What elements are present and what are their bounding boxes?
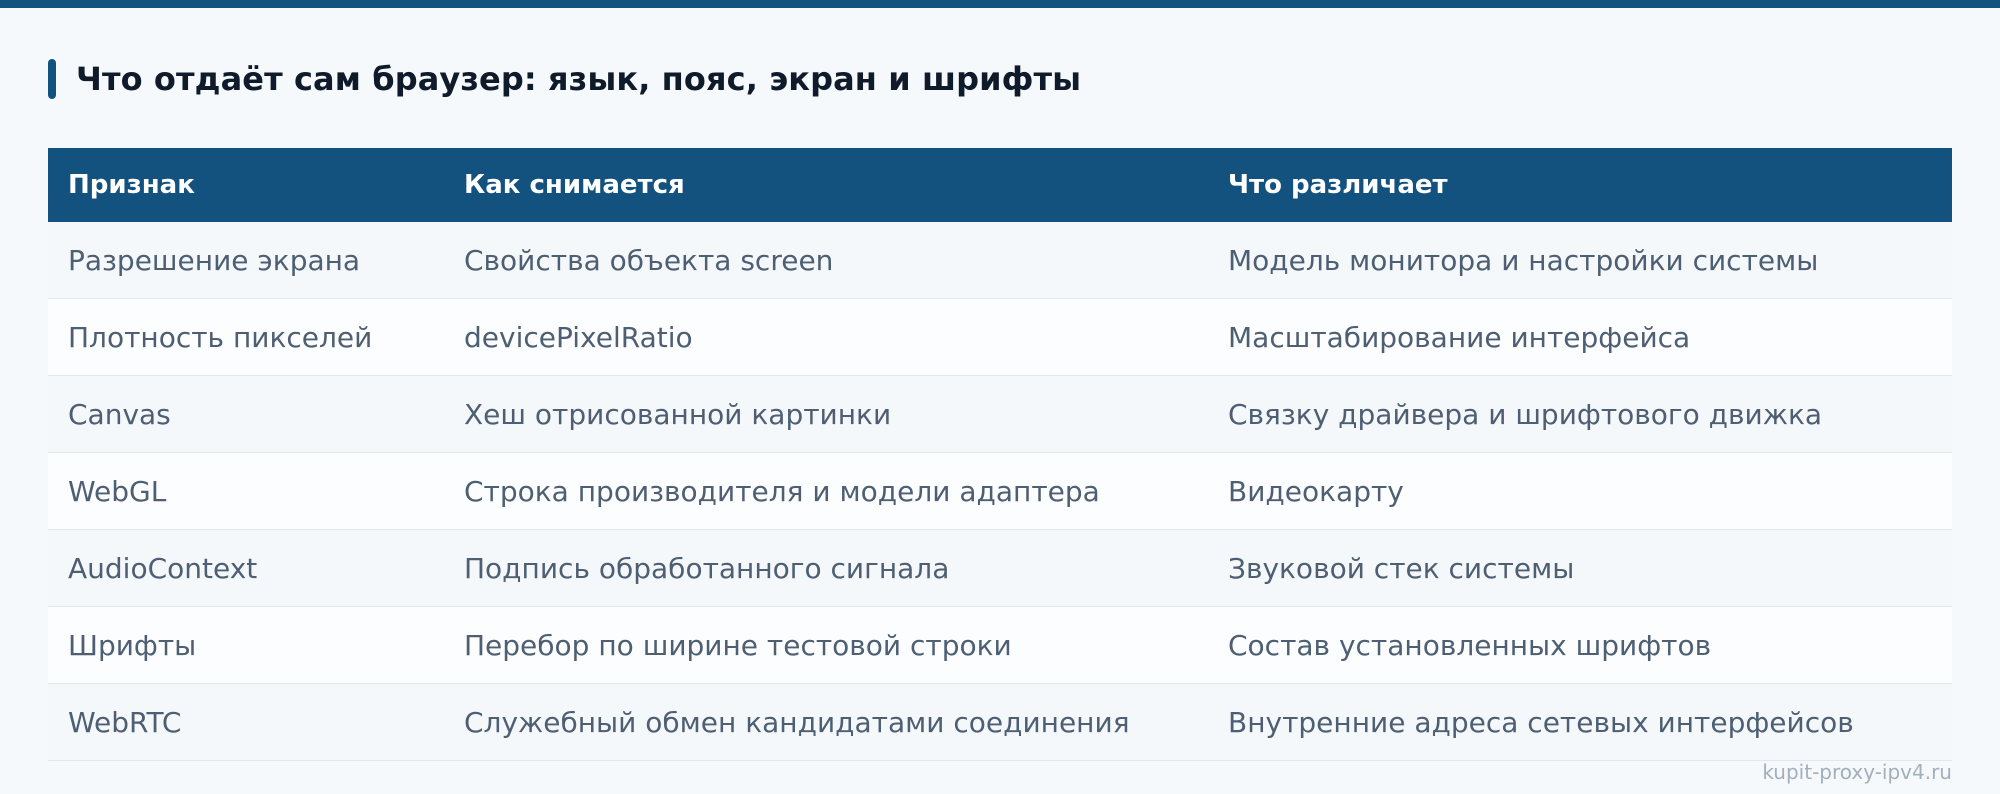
table-cell-method: Хеш отрисованной картинки bbox=[444, 375, 1208, 453]
table-header-row: Признак Как снимается Что различает bbox=[48, 148, 1952, 222]
table-cell-distinguishes: Модель монитора и настройки системы bbox=[1208, 222, 1952, 299]
table-row: Canvas Хеш отрисованной картинки Связку … bbox=[48, 375, 1952, 453]
table-cell-distinguishes: Масштабирование интерфейса bbox=[1208, 298, 1952, 376]
table-row: Шрифты Перебор по ширине тестовой строки… bbox=[48, 606, 1952, 684]
table-row: Плотность пикселей devicePixelRatio Масш… bbox=[48, 298, 1952, 376]
heading-accent-bar bbox=[48, 59, 56, 99]
column-header-method: Как снимается bbox=[444, 148, 1208, 222]
fingerprint-table: Признак Как снимается Что различает Разр… bbox=[48, 148, 1952, 761]
section-title: Что отдаёт сам браузер: язык, пояс, экра… bbox=[76, 60, 1082, 98]
table-cell-distinguishes: Связку драйвера и шрифтового движка bbox=[1208, 375, 1952, 453]
table-cell-distinguishes: Видеокарту bbox=[1208, 452, 1952, 530]
section-heading: Что отдаёт сам браузер: язык, пояс, экра… bbox=[48, 58, 1081, 100]
table-row: AudioContext Подпись обработанного сигна… bbox=[48, 529, 1952, 607]
table-cell-feature: Canvas bbox=[48, 375, 444, 453]
column-header-distinguishes: Что различает bbox=[1208, 148, 1952, 222]
table-cell-method: devicePixelRatio bbox=[444, 298, 1208, 376]
table-cell-feature: AudioContext bbox=[48, 529, 444, 607]
table-cell-method: Служебный обмен кандидатами соединения bbox=[444, 683, 1208, 761]
site-watermark: kupit-proxy-ipv4.ru bbox=[1762, 760, 1952, 784]
table-cell-feature: Разрешение экрана bbox=[48, 222, 444, 299]
table-row: WebRTC Служебный обмен кандидатами соеди… bbox=[48, 683, 1952, 761]
table-row: WebGL Строка производителя и модели адап… bbox=[48, 452, 1952, 530]
table-cell-method: Подпись обработанного сигнала bbox=[444, 529, 1208, 607]
table-cell-method: Свойства объекта screen bbox=[444, 222, 1208, 299]
table-cell-distinguishes: Звуковой стек системы bbox=[1208, 529, 1952, 607]
table-cell-feature: WebGL bbox=[48, 452, 444, 530]
table-cell-method: Перебор по ширине тестовой строки bbox=[444, 606, 1208, 684]
table-cell-feature: WebRTC bbox=[48, 683, 444, 761]
top-accent-bar bbox=[0, 0, 2000, 8]
table-cell-distinguishes: Состав установленных шрифтов bbox=[1208, 606, 1952, 684]
table-cell-feature: Шрифты bbox=[48, 606, 444, 684]
table-row: Разрешение экрана Свойства объекта scree… bbox=[48, 222, 1952, 299]
table-cell-method: Строка производителя и модели адаптера bbox=[444, 452, 1208, 530]
table-cell-feature: Плотность пикселей bbox=[48, 298, 444, 376]
table-cell-distinguishes: Внутренние адреса сетевых интерфейсов bbox=[1208, 683, 1952, 761]
column-header-feature: Признак bbox=[48, 148, 444, 222]
